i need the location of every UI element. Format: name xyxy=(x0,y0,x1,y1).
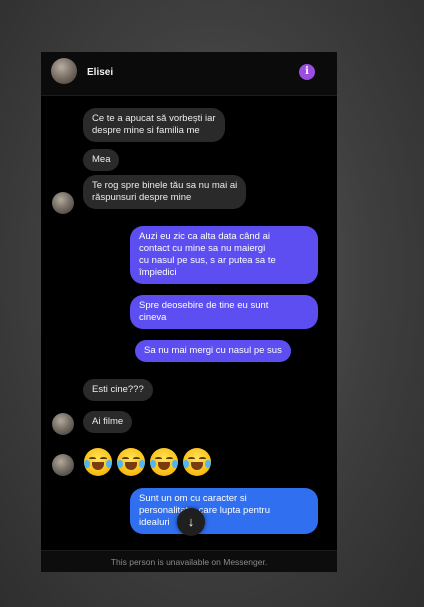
unavailable-notice: This person is unavailable on Messenger. xyxy=(41,550,337,572)
message-incoming[interactable]: Te rog spre binele tău sa nu mai ai răsp… xyxy=(83,175,247,209)
scroll-down-icon[interactable]: ↓ xyxy=(177,508,205,536)
message-outgoing[interactable]: Spre deosebire de tine eu sunt cineva xyxy=(130,295,318,329)
message-outgoing[interactable]: Sa nu mai mergi cu nasul pe sus xyxy=(135,340,291,362)
message-incoming[interactable]: Ce te a apucat să vorbești iar despre mi… xyxy=(83,108,225,142)
contact-avatar-small[interactable] xyxy=(52,413,74,435)
chat-header: Elisei i xyxy=(41,52,337,96)
message-outgoing[interactable]: Sunt un om cu caracter si personalitate,… xyxy=(130,488,318,534)
messenger-conversation: Elisei i Ce te a apucat să vorbești iar … xyxy=(41,52,337,572)
message-incoming[interactable]: Ai filme xyxy=(83,411,133,433)
rolling-on-floor-laughing-icon xyxy=(84,448,112,476)
contact-avatar-small[interactable] xyxy=(52,192,74,214)
contact-name[interactable]: Elisei xyxy=(87,67,113,78)
contact-avatar[interactable] xyxy=(51,58,77,84)
message-outgoing[interactable]: Auzi eu zic ca alta data când ai contact… xyxy=(130,226,318,284)
rolling-on-floor-laughing-icon xyxy=(183,448,211,476)
message-incoming[interactable]: Esti cine??? xyxy=(83,379,153,401)
info-icon[interactable]: i xyxy=(299,64,315,80)
contact-avatar-small[interactable] xyxy=(52,454,74,476)
rolling-on-floor-laughing-icon xyxy=(150,448,178,476)
rolling-on-floor-laughing-icon xyxy=(117,448,145,476)
message-incoming[interactable]: Mea xyxy=(83,149,120,171)
